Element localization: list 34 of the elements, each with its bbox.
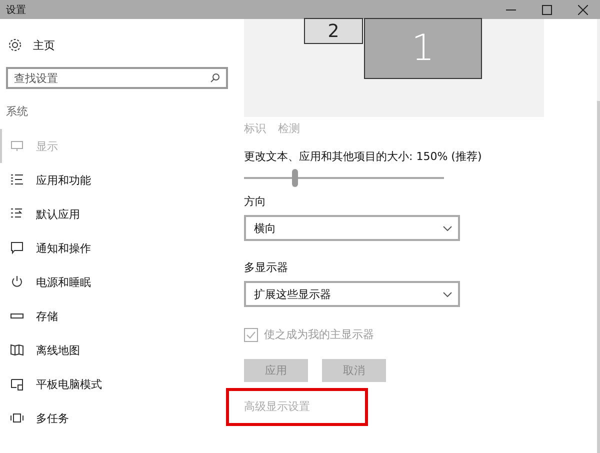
close-icon[interactable] [578,4,588,14]
chevron-icon [443,292,452,296]
section-heading: 系统 [5,104,29,120]
window-title: 设置 [6,4,26,16]
checkbox-label: 使之成为我的主显示器 [264,327,374,342]
orientation-dropdown[interactable]: 横向 [244,215,460,241]
window-stack-icon [10,411,24,425]
speech-bubble-icon [10,241,24,255]
gear-icon [8,38,22,52]
sidebar-item[interactable]: 存储 [0,299,244,333]
orientation-label: 方向 [244,194,267,210]
chevron-icon [443,226,452,230]
search-icon [210,73,220,83]
sidebar-item[interactable]: 平板电脑模式 [0,367,244,401]
power-icon [10,275,24,289]
sidebar-item[interactable]: 应用和功能 [0,163,244,197]
list-icon [10,173,24,187]
sidebar-item[interactable]: 电源和睡眠 [0,265,244,299]
sidebar-item[interactable]: 通知和操作 [0,231,244,265]
maximize-icon[interactable] [542,4,552,14]
scale-label: 更改文本、应用和其他项目的大小: 150% (推荐) [244,149,483,165]
home-link[interactable]: 主页 [33,38,55,52]
map-icon [10,343,24,357]
sidebar-item[interactable]: 离线地图 [0,333,244,367]
sidebar-item[interactable]: 多任务 [0,401,244,435]
multiple-displays-dropdown[interactable]: 扩展这些显示器 [244,281,460,307]
monitor-tile[interactable]: 2 [304,18,363,44]
slider-thumb[interactable] [292,169,298,187]
tablet-icon [10,377,24,391]
scrollbar[interactable] [597,19,600,453]
monitor-icon [10,139,24,153]
sidebar-item[interactable]: 默认应用 [0,197,244,231]
multiple-displays-label: 多显示器 [244,260,289,276]
search-field[interactable]: 查找设置 [6,67,228,89]
